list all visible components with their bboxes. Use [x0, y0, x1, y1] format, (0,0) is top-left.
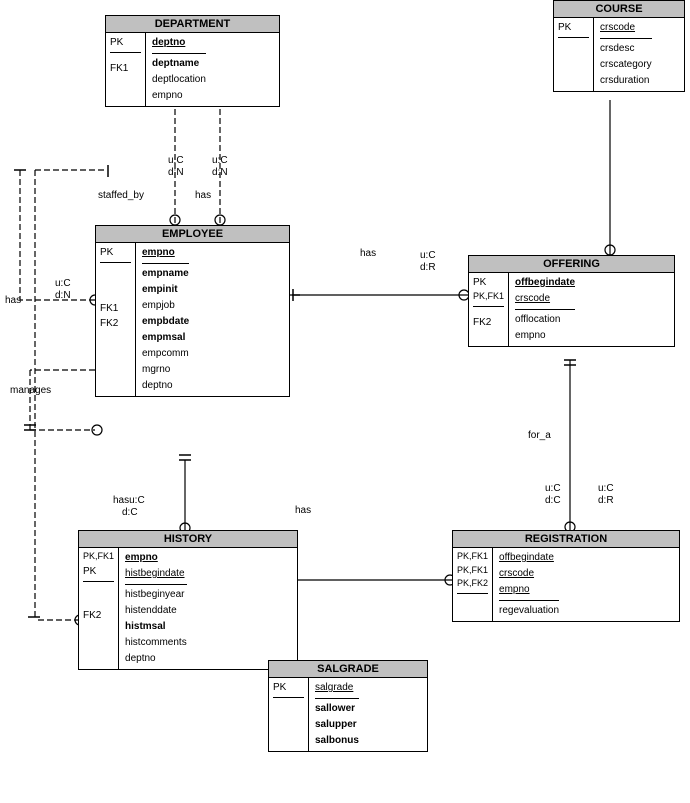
dept-fk1-label: FK1 [110, 61, 141, 76]
dept-deptlocation: deptlocation [152, 72, 206, 88]
entity-course: COURSE PK crscode crsdesc crscategory cr… [553, 0, 685, 92]
reg-pkfk1b-label: PK,FK1 [457, 564, 488, 578]
emp-empno: empno [142, 245, 189, 261]
entity-history: HISTORY PK,FK1 PK FK2 empno histbegindat… [78, 530, 298, 670]
entity-employee-header: EMPLOYEE [96, 226, 289, 243]
emp-fk1-label: FK1 [100, 301, 131, 316]
off-empno: empno [515, 328, 575, 344]
dept-deptname: deptname [152, 56, 206, 72]
label-dn2: d:N [212, 167, 228, 178]
reg-pkfk1a-label: PK,FK1 [457, 550, 488, 564]
off-offbegindate: offbegindate [515, 275, 575, 291]
emp-empcomm: empcomm [142, 346, 189, 362]
label-dn3: d:N [55, 290, 71, 301]
label-dc: d:C [122, 507, 138, 518]
off-offlocation: offlocation [515, 312, 575, 328]
entity-course-header: COURSE [554, 1, 684, 18]
dept-empno: empno [152, 88, 206, 104]
reg-offbegindate: offbegindate [499, 550, 559, 566]
entity-salgrade: SALGRADE PK salgrade sallower salupper s… [268, 660, 428, 752]
emp-empbdate: empbdate [142, 314, 189, 330]
course-crscode: crscode [600, 20, 652, 36]
entity-offering-header: OFFERING [469, 256, 674, 273]
label-for-a: for_a [528, 430, 551, 441]
hist-empno: empno [125, 550, 187, 566]
hist-histmsal: histmsal [125, 619, 187, 635]
label-has-hist: has [295, 505, 311, 516]
reg-empno: empno [499, 582, 559, 598]
emp-empjob: empjob [142, 298, 189, 314]
reg-regevaluation: regevaluation [499, 603, 559, 619]
reg-pkfk2-label: PK,FK2 [457, 577, 488, 591]
off-fk2-label: FK2 [473, 315, 504, 330]
label-has-emp-off: has [360, 248, 376, 259]
label-uc2: u:C [212, 155, 228, 166]
off-pk-label: PK [473, 275, 504, 290]
sal-salbonus: salbonus [315, 733, 359, 749]
hist-pkfk1-label: PK,FK1 [83, 550, 114, 564]
sal-pk-label: PK [273, 680, 304, 695]
sal-salupper: salupper [315, 717, 359, 733]
emp-pk-label: PK [100, 245, 131, 260]
label-dr6: d:R [598, 495, 614, 506]
label-uc3: u:C [55, 278, 71, 289]
emp-empmsal: empmsal [142, 330, 189, 346]
label-staffed-by: staffed_by [98, 190, 144, 201]
course-crsdesc: crsdesc [600, 41, 652, 57]
emp-empname: empname [142, 266, 189, 282]
course-crscategory: crscategory [600, 57, 652, 73]
label-has-left: has [5, 295, 21, 306]
hist-histbeginyear: histbeginyear [125, 587, 187, 603]
dept-pk-label: PK [110, 35, 141, 50]
entity-department-header: DEPARTMENT [106, 16, 279, 33]
hist-histenddate: histenddate [125, 603, 187, 619]
entity-offering: OFFERING PK PK,FK1 FK2 offbegindate crsc… [468, 255, 675, 347]
label-manages: manages [10, 385, 51, 396]
entity-registration: REGISTRATION PK,FK1 PK,FK1 PK,FK2 offbeg… [452, 530, 680, 622]
emp-mgrno: mgrno [142, 362, 189, 378]
course-pk-label: PK [558, 20, 589, 35]
dept-deptno: deptno [152, 35, 206, 51]
entity-history-header: HISTORY [79, 531, 297, 548]
hist-fk2-label: FK2 [83, 608, 114, 623]
label-uc1: u:C [168, 155, 184, 166]
off-pkfk1-label: PK,FK1 [473, 290, 504, 304]
emp-fk2-label: FK2 [100, 316, 131, 331]
label-dr4: d:R [420, 262, 436, 273]
label-has-dept: has [195, 190, 211, 201]
hist-histcomments: histcomments [125, 635, 187, 651]
reg-crscode: crscode [499, 566, 559, 582]
entity-employee: EMPLOYEE PK FK1 FK2 empno empname empini… [95, 225, 290, 397]
sal-sallower: sallower [315, 701, 359, 717]
hist-histbegindate: histbegindate [125, 566, 187, 582]
hist-deptno: deptno [125, 651, 187, 667]
sal-salgrade: salgrade [315, 680, 359, 696]
entity-department: DEPARTMENT PK FK1 deptno deptname deptlo… [105, 15, 280, 107]
label-uc6: u:C [598, 483, 614, 494]
label-uc4: u:C [420, 250, 436, 261]
entity-salgrade-header: SALGRADE [269, 661, 427, 678]
label-hasu: hasu:C [113, 495, 145, 506]
diagram-container: DEPARTMENT PK FK1 deptno deptname deptlo… [0, 0, 690, 803]
hist-pk-label: PK [83, 564, 114, 579]
course-crsduration: crsduration [600, 73, 652, 89]
off-crscode: crscode [515, 291, 575, 307]
label-uc5: u:C [545, 483, 561, 494]
label-dc2: d:C [545, 495, 561, 506]
label-dn1: d:N [168, 167, 184, 178]
emp-empinit: empinit [142, 282, 189, 298]
emp-deptno: deptno [142, 378, 189, 394]
entity-registration-header: REGISTRATION [453, 531, 679, 548]
